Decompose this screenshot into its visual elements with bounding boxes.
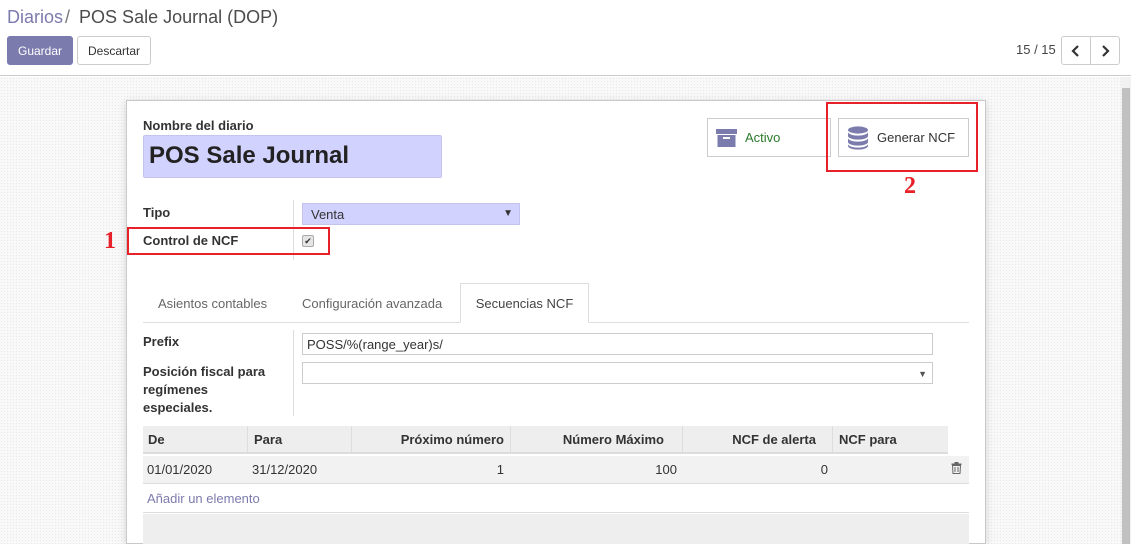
tab-configuracion-avanzada[interactable]: Configuración avanzada <box>302 296 442 311</box>
save-button[interactable]: Guardar <box>7 36 73 65</box>
cell-proximo-numero[interactable]: 1 <box>351 456 504 484</box>
column-para[interactable]: Para <box>247 426 351 454</box>
breadcrumb-link-diarios[interactable]: Diarios <box>7 7 63 27</box>
trash-icon[interactable] <box>951 462 962 474</box>
tab-asientos-contables[interactable]: Asientos contables <box>158 296 267 311</box>
prefix-label: Prefix <box>143 334 180 349</box>
table-row[interactable]: 01/01/2020 31/12/2020 1 100 0 <box>143 456 969 484</box>
column-ncf-alerta[interactable]: NCF de alerta <box>682 426 832 454</box>
column-proximo-numero[interactable]: Próximo número <box>351 426 510 454</box>
cell-numero-maximo[interactable]: 100 <box>510 456 677 484</box>
fiscal-position-label-line3: especiales. <box>143 400 213 415</box>
type-select-value: Venta <box>311 207 345 222</box>
add-line-link[interactable]: Añadir un elemento <box>147 491 260 506</box>
caret-down-icon: ▼ <box>503 208 513 219</box>
prefix-input[interactable]: POSS/%(range_year)s/ <box>302 333 933 355</box>
fiscal-position-select[interactable]: ▼ <box>302 362 933 384</box>
annotation-number-2: 2 <box>904 173 916 199</box>
pager-value[interactable]: 15 / 15 <box>1016 42 1056 57</box>
chevron-right-icon <box>1102 44 1110 57</box>
scrollbar-thumb[interactable] <box>1122 88 1130 544</box>
caret-down-icon: ▼ <box>918 369 927 379</box>
active-toggle-button[interactable]: Activo <box>707 118 831 157</box>
fiscal-position-label: Posición fiscal para regímenes especiale… <box>143 363 265 417</box>
add-line-row: Añadir un elemento <box>143 485 969 513</box>
column-numero-maximo[interactable]: Número Máximo <box>510 426 682 454</box>
empty-row <box>143 514 969 544</box>
annotation-number-1: 1 <box>104 228 116 254</box>
cell-ncf-alerta[interactable]: 0 <box>682 456 828 484</box>
cell-ncf-para[interactable] <box>838 456 948 484</box>
cell-para[interactable]: 31/12/2020 <box>252 456 352 484</box>
tab-secuencias-ncf[interactable]: Secuencias NCF <box>460 283 589 323</box>
discard-button[interactable]: Descartar <box>77 36 151 65</box>
chevron-left-icon <box>1071 44 1079 57</box>
type-select[interactable]: Venta ▼ <box>302 203 520 225</box>
column-de[interactable]: De <box>143 426 247 454</box>
fiscal-position-label-line1: Posición fiscal para <box>143 364 266 379</box>
label-divider-2 <box>293 330 294 416</box>
journal-name-label: Nombre del diario <box>143 118 254 133</box>
annotation-box-2 <box>826 102 978 172</box>
annotation-box-1 <box>127 227 330 255</box>
breadcrumb-current: POS Sale Journal (DOP) <box>79 7 279 27</box>
active-label: Activo <box>745 130 781 145</box>
table-header: De Para Próximo número Número Máximo NCF… <box>143 426 948 454</box>
breadcrumb: Diarios / POS Sale Journal (DOP) <box>7 7 278 28</box>
fiscal-position-label-line2: regímenes <box>143 382 209 397</box>
archive-icon <box>716 128 737 147</box>
column-ncf-para[interactable]: NCF para <box>832 426 948 454</box>
pager-previous-button[interactable] <box>1061 36 1091 65</box>
journal-name-field[interactable]: POS Sale Journal <box>143 135 442 178</box>
control-panel: Diarios / POS Sale Journal (DOP) Guardar … <box>0 0 1131 76</box>
cell-de[interactable]: 01/01/2020 <box>147 456 247 484</box>
breadcrumb-separator: / <box>65 7 71 27</box>
pager-next-button[interactable] <box>1090 36 1120 65</box>
type-label: Tipo <box>143 205 171 220</box>
